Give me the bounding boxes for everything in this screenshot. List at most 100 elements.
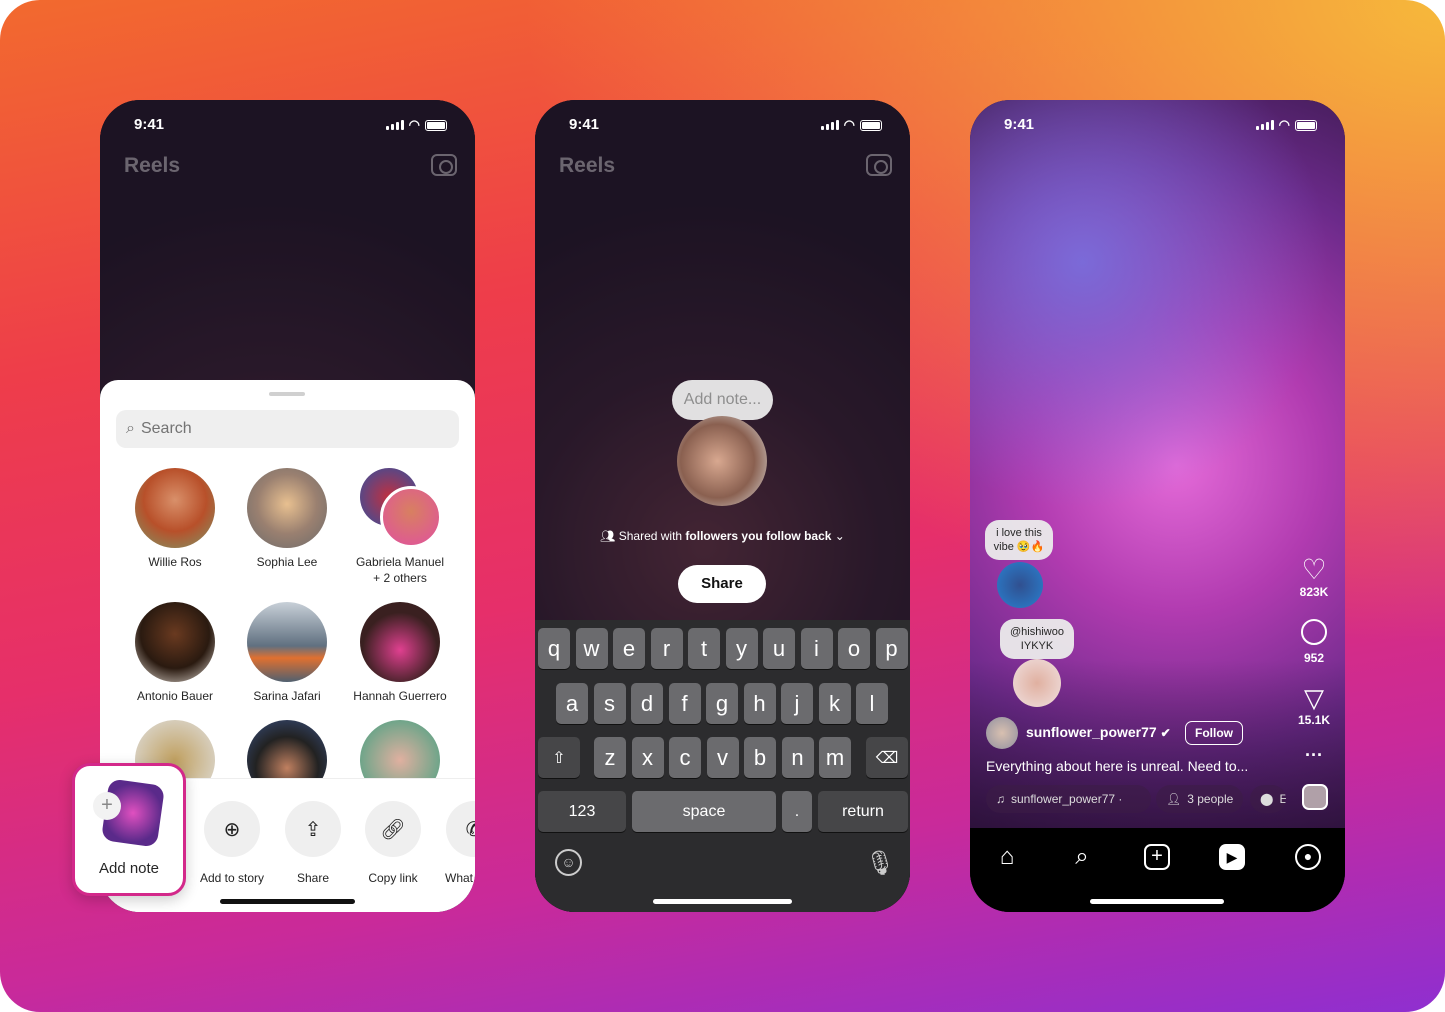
delete-key[interactable]: ⌫ (866, 737, 908, 778)
add-to-story-button[interactable]: ⊕ Add to story (192, 801, 272, 885)
whatsapp-button[interactable]: ✆ What (434, 801, 475, 885)
profile-icon[interactable]: ● (1295, 844, 1321, 870)
audio-thumbnail[interactable] (1302, 784, 1328, 810)
action-label: Add to story (199, 871, 265, 885)
key-q[interactable]: q (538, 628, 570, 669)
key-n[interactable]: n (781, 737, 814, 778)
share-count: 15.1K (1297, 713, 1331, 727)
signal-icon (1255, 120, 1274, 130)
numbers-key[interactable]: 123 (538, 791, 626, 832)
author-avatar[interactable] (986, 717, 1018, 749)
signal-icon (385, 120, 404, 130)
key-d[interactable]: d (631, 683, 663, 724)
note-bubble[interactable]: @hishiwoo IYKYK (1000, 619, 1074, 659)
author-username[interactable]: sunflower_power77 ✔ (1026, 724, 1171, 740)
contact-item[interactable]: Sarina Jafari (227, 602, 347, 704)
return-key[interactable]: return (818, 791, 908, 832)
microphone-icon[interactable]: 🎙︎ (865, 849, 895, 878)
search-icon[interactable]: ⌕ (1069, 844, 1095, 870)
key-p[interactable]: p (875, 628, 908, 669)
shift-key[interactable]: ⇧ (538, 737, 580, 778)
contact-name: Gabriela Manuel (355, 555, 445, 569)
key-s[interactable]: s (593, 683, 626, 724)
search-input[interactable]: ⌕ Search (116, 410, 459, 448)
share-note-button[interactable]: Share (678, 565, 766, 603)
avatar-group (360, 468, 442, 548)
contact-name: Willie Ros (148, 555, 202, 569)
create-icon[interactable]: + (1144, 844, 1170, 870)
drag-handle[interactable] (269, 392, 305, 396)
status-time: 9:41 (134, 116, 165, 133)
action-label: What (445, 871, 474, 885)
home-indicator (220, 899, 355, 904)
caption[interactable]: Everything about here is unreal. Need to… (986, 758, 1248, 774)
period-key[interactable]: . (782, 791, 812, 832)
comment-icon (1301, 619, 1327, 645)
key-c[interactable]: c (669, 737, 701, 778)
like-button[interactable]: ♡ 823K (1297, 555, 1331, 600)
key-g[interactable]: g (706, 683, 738, 724)
contact-item[interactable]: Hannah Guerrero (340, 602, 460, 704)
camera-icon[interactable] (866, 154, 892, 176)
note-bubble[interactable]: i love this vibe 🥹🔥 (985, 520, 1053, 560)
key-i[interactable]: i (800, 628, 833, 669)
signal-icon (820, 120, 839, 130)
chevron-down-icon: ⌄ (831, 529, 845, 543)
key-l[interactable]: l (856, 683, 888, 724)
key-a[interactable]: a (556, 683, 588, 724)
follow-button[interactable]: Follow (1185, 721, 1243, 745)
add-note-button[interactable]: + Add note (72, 763, 186, 896)
camera-icon[interactable] (431, 154, 457, 176)
location-chip[interactable]: ⬤ E (1250, 785, 1286, 813)
avatar (135, 602, 215, 682)
key-v[interactable]: v (706, 737, 739, 778)
note-placeholder: Add note... (683, 391, 762, 408)
phone-add-note: 9:41 ◠ Reels Add note... 👥︎ Shared with … (535, 100, 910, 912)
person-icon: 👤︎ (1166, 792, 1182, 806)
key-w[interactable]: w (575, 628, 608, 669)
backspace-icon: ⌫ (875, 749, 899, 767)
key-b[interactable]: b (744, 737, 776, 778)
note-avatar[interactable] (1013, 659, 1061, 707)
key-h[interactable]: h (743, 683, 776, 724)
contact-name: Hannah Guerrero (353, 689, 447, 703)
wifi-icon: ◠ (843, 117, 855, 132)
contact-sub: + 2 others (373, 571, 427, 585)
key-e[interactable]: e (613, 628, 645, 669)
reels-icon[interactable]: ▶ (1219, 844, 1245, 870)
note-text: i love this vibe 🥹🔥 (993, 527, 1045, 553)
space-key[interactable]: space (632, 791, 776, 832)
note-avatar[interactable] (997, 562, 1043, 608)
contact-item[interactable]: Sophia Lee (227, 468, 347, 570)
tagged-people-chip[interactable]: 👤︎ 3 people (1156, 785, 1244, 813)
audio-label: sunflower_power77 · (1011, 792, 1123, 806)
key-k[interactable]: k (818, 683, 851, 724)
contact-item[interactable]: Gabriela Manuel + 2 others (340, 468, 460, 586)
key-z[interactable]: z (594, 737, 626, 778)
key-j[interactable]: j (781, 683, 813, 724)
key-o[interactable]: o (838, 628, 870, 669)
note-input[interactable]: Add note... (672, 380, 773, 420)
send-button[interactable]: ▽ 15.1K (1297, 683, 1331, 727)
note-text: @hishiwoo IYKYK (1010, 626, 1064, 652)
user-avatar (677, 416, 767, 506)
key-u[interactable]: u (763, 628, 795, 669)
key-r[interactable]: r (650, 628, 683, 669)
key-t[interactable]: t (688, 628, 720, 669)
phone-reel-view: 9:41 ◠ i love this vibe 🥹🔥 @hishiwoo IYK… (970, 100, 1345, 912)
audience-selector[interactable]: 👥︎ Shared with followers you follow back… (535, 529, 910, 543)
copy-link-button[interactable]: 🔗︎ Copy link (353, 801, 433, 885)
more-icon[interactable]: ··· (1297, 745, 1331, 766)
key-x[interactable]: x (631, 737, 664, 778)
wifi-icon: ◠ (408, 117, 420, 132)
comment-button[interactable]: 952 (1297, 619, 1331, 665)
contact-item[interactable]: Antonio Bauer (115, 602, 235, 704)
key-f[interactable]: f (668, 683, 701, 724)
contact-item[interactable]: Willie Ros (115, 468, 235, 570)
emoji-icon[interactable]: ☺ (555, 849, 582, 876)
key-m[interactable]: m (819, 737, 851, 778)
audio-chip[interactable]: ♫ sunflower_power77 · (986, 785, 1151, 813)
share-button[interactable]: ⇪ Share (273, 801, 353, 885)
home-icon[interactable]: ⌂ (994, 844, 1020, 870)
key-y[interactable]: y (725, 628, 758, 669)
